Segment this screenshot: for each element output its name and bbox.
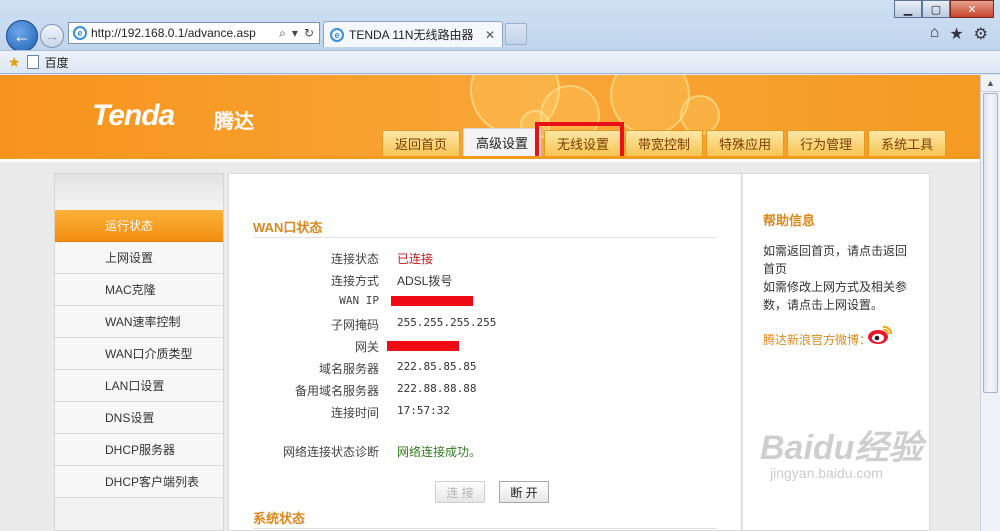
row-label: 网关 xyxy=(354,340,379,354)
minimize-button[interactable]: ▁ xyxy=(894,0,922,18)
favorite-baidu[interactable]: 百度 xyxy=(45,54,69,71)
tab-system-tools[interactable]: 系统工具 xyxy=(868,130,947,156)
tenda-logo: Tenda xyxy=(92,99,175,132)
diagnosis-value: 网络连接成功。 xyxy=(397,445,482,459)
page-viewport: Tenda 腾达 返回首页 高级设置 无线设置 带宽控制 特殊应用 行为管理 系… xyxy=(0,75,980,531)
status-row: 子网掩码 255.255.255.255 xyxy=(229,316,729,336)
connection-status-value: 已连接 xyxy=(397,252,434,266)
router-header: Tenda 腾达 返回首页 高级设置 无线设置 带宽控制 特殊应用 行为管理 系… xyxy=(0,75,980,159)
row-label: 备用域名服务器 xyxy=(294,384,379,398)
sidebar-item-dhcp-clients[interactable]: DHCP客户端列表 xyxy=(55,466,223,498)
system-status-title: 系统状态 xyxy=(253,511,306,526)
arrow-left-icon: ← xyxy=(13,25,31,46)
refresh-icon[interactable]: ↻ xyxy=(304,26,314,41)
gear-icon[interactable]: ⚙ xyxy=(974,24,988,44)
wan-status-title: WAN口状态 xyxy=(253,220,323,235)
tab-behavior[interactable]: 行为管理 xyxy=(787,130,866,156)
weibo-label: 腾达新浪官方微博： xyxy=(763,333,872,347)
favorites-star-icon[interactable]: ★ xyxy=(8,54,21,71)
status-row: 网关 xyxy=(229,338,729,358)
tab-bandwidth[interactable]: 带宽控制 xyxy=(625,130,704,156)
scroll-thumb[interactable] xyxy=(983,93,998,393)
tab-home[interactable]: 返回首页 xyxy=(382,130,461,156)
tenda-logo-cn: 腾达 xyxy=(214,111,254,133)
browser-tab[interactable]: e TENDA 11N无线路由器 ✕ xyxy=(323,21,503,47)
back-button[interactable]: ← xyxy=(6,20,38,52)
help-title: 帮助信息 xyxy=(763,213,816,228)
sidebar-item-status[interactable]: 运行状态 xyxy=(55,210,223,242)
favorites-bar: ★ 百度 xyxy=(0,50,1000,74)
status-row: 连接时间 17:57:32 xyxy=(229,404,729,424)
status-row: WAN IP xyxy=(229,294,729,314)
search-icon[interactable]: ⌕ xyxy=(279,26,286,41)
connect-button[interactable]: 连 接 xyxy=(435,481,485,503)
dns-value: 222.85.85.85 xyxy=(397,360,477,373)
star-icon[interactable]: ★ xyxy=(949,24,963,44)
sidebar-item-internet[interactable]: 上网设置 xyxy=(55,242,223,274)
redaction-bar xyxy=(387,341,459,351)
top-nav-tabs: 返回首页 高级设置 无线设置 带宽控制 特殊应用 行为管理 系统工具 xyxy=(382,128,947,156)
row-label: 子网掩码 xyxy=(330,318,379,332)
browser-chrome: ▁ ▢ ✕ ← → e http://192.168.0.1/advance.a… xyxy=(0,0,1000,74)
dropdown-icon[interactable]: ▾ xyxy=(292,26,298,41)
help-text-home: 如需返回首页，请点击返回首页 xyxy=(763,244,908,276)
vertical-scrollbar[interactable]: ▲ xyxy=(980,75,1000,531)
diagnosis-label: 网络连接状态诊断 xyxy=(282,445,379,459)
address-url[interactable]: http://192.168.0.1/advance.asp xyxy=(91,26,256,40)
redaction-bar xyxy=(391,296,473,306)
close-button[interactable]: ✕ xyxy=(950,0,994,18)
status-row: 域名服务器 222.85.85.85 xyxy=(229,360,729,380)
row-label: 连接方式 xyxy=(330,274,379,288)
window-controls: ▁ ▢ ✕ xyxy=(894,0,994,18)
tab-title: TENDA 11N无线路由器 xyxy=(349,28,474,42)
disconnect-button[interactable]: 断 开 xyxy=(499,481,549,503)
sidebar-item-wan-speed[interactable]: WAN速率控制 xyxy=(55,306,223,338)
sidebar-item-dhcp-server[interactable]: DHCP服务器 xyxy=(55,434,223,466)
address-bar[interactable]: e http://192.168.0.1/advance.asp ⌕ ▾ ↻ xyxy=(68,22,320,44)
status-panel: WAN口状态 连接状态 已连接 连接方式 ADSL拨号 WAN IP 子网掩码 … xyxy=(228,173,742,531)
diagnosis-row: 网络连接状态诊断 网络连接成功。 xyxy=(229,443,729,463)
highlight-annotation xyxy=(535,122,624,156)
new-tab-button[interactable] xyxy=(505,23,527,45)
row-label: 连接状态 xyxy=(330,252,379,266)
sidebar-item-dns[interactable]: DNS设置 xyxy=(55,402,223,434)
forward-button[interactable]: → xyxy=(40,24,64,48)
help-text-internet: 如需修改上网方式及相关参数，请点击上网设置。 xyxy=(763,280,908,312)
subnet-mask-value: 255.255.255.255 xyxy=(397,316,497,329)
divider xyxy=(253,237,717,238)
row-label: 域名服务器 xyxy=(318,362,379,376)
weibo-icon[interactable] xyxy=(867,324,893,346)
ie-page-icon: e xyxy=(73,26,87,40)
tab-advanced[interactable]: 高级设置 xyxy=(463,128,542,156)
row-label: WAN IP xyxy=(339,294,379,307)
status-row: 连接状态 已连接 xyxy=(229,250,729,270)
tab-special[interactable]: 特殊应用 xyxy=(706,130,785,156)
status-row: 备用域名服务器 222.88.88.88 xyxy=(229,382,729,402)
status-row: 连接方式 ADSL拨号 xyxy=(229,272,729,292)
divider xyxy=(253,528,717,529)
arrow-right-icon: → xyxy=(45,28,59,44)
maximize-button[interactable]: ▢ xyxy=(922,0,950,18)
sidebar-item-wan-media[interactable]: WAN口介质类型 xyxy=(55,338,223,370)
sidebar-header xyxy=(55,174,223,210)
scroll-up-icon[interactable]: ▲ xyxy=(981,75,1000,92)
home-icon[interactable]: ⌂ xyxy=(930,24,940,44)
page-icon xyxy=(26,55,39,69)
tab-close-icon[interactable]: ✕ xyxy=(485,28,495,42)
backup-dns-value: 222.88.88.88 xyxy=(397,382,477,395)
baidu-watermark-url: jingyan.baidu.com xyxy=(770,465,883,481)
connection-type-value: ADSL拨号 xyxy=(397,274,453,288)
sidebar-menu: 运行状态 上网设置 MAC克隆 WAN速率控制 WAN口介质类型 LAN口设置 … xyxy=(54,173,224,531)
row-label: 连接时间 xyxy=(330,406,379,420)
baidu-watermark: Baidu经验 xyxy=(760,429,923,467)
connection-time-value: 17:57:32 xyxy=(397,404,450,417)
decor-bubble xyxy=(680,95,720,135)
sidebar-item-mac-clone[interactable]: MAC克隆 xyxy=(55,274,223,306)
ie-tab-icon: e xyxy=(330,27,344,42)
sidebar-item-lan[interactable]: LAN口设置 xyxy=(55,370,223,402)
